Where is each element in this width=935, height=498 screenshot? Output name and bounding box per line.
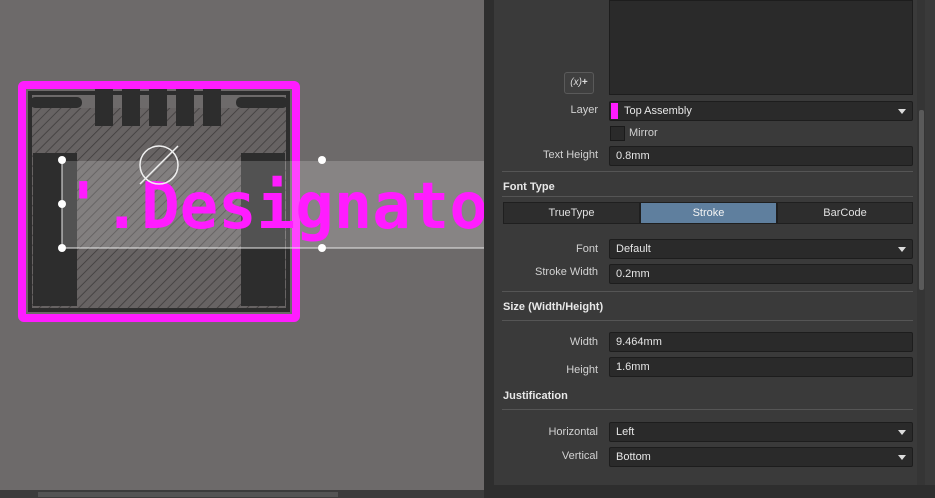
layer-value: Top Assembly [624,105,692,117]
horizontal-value: Left [616,426,635,438]
scrollbar-thumb[interactable] [38,492,338,497]
pad [236,97,288,108]
font-type-title: Font Type [503,181,555,193]
chevron-down-icon [898,430,906,435]
font-type-barcode[interactable]: BarCode [777,202,913,224]
properties-panel: (x)+ Layer Top Assembly Mirror Text Heig… [494,0,935,498]
resize-handle [58,244,66,252]
pad [30,97,82,108]
vertical-label: Vertical [561,450,598,462]
mirror-label: Mirror [629,127,658,139]
panel-bottom-bar [494,485,935,498]
mirror-checkbox[interactable] [610,126,625,141]
chevron-down-icon [898,109,906,114]
text-height-label: Text Height [542,149,598,161]
vertical-dropdown[interactable]: Bottom [609,447,913,467]
component-footprint[interactable]: '.Designato [0,0,484,498]
add-icon: + [581,77,588,88]
resize-handle [58,200,66,208]
text-height-input[interactable]: 0.8mm [609,146,913,166]
resize-handle [318,156,326,164]
font-value: Default [616,243,651,255]
justification-title: Justification [503,390,568,402]
vertical-scrollbar[interactable] [917,0,925,485]
panel-divider[interactable] [484,0,494,498]
layer-label: Layer [570,104,598,116]
horizontal-label: Horizontal [548,426,598,438]
layer-color-swatch [611,103,618,119]
horizontal-scrollbar[interactable] [0,490,484,498]
resize-handle [318,244,326,252]
height-label: Height [566,364,598,376]
width-input[interactable]: 9.464mm [609,332,913,352]
font-label: Font [575,243,598,255]
resize-handle [58,156,66,164]
chevron-down-icon [898,455,906,460]
font-dropdown[interactable]: Default [609,239,913,259]
text-content-area[interactable] [609,0,913,95]
height-input[interactable]: 1.6mm [609,357,913,377]
font-type-truetype[interactable]: TrueType [503,202,640,224]
scrollbar-thumb[interactable] [919,110,924,290]
pcb-canvas[interactable]: '.Designato [0,0,484,498]
horizontal-dropdown[interactable]: Left [609,422,913,442]
width-label: Width [569,336,598,348]
fx-button-label: (x) [570,77,582,88]
chevron-down-icon [898,247,906,252]
layer-dropdown[interactable]: Top Assembly [609,101,913,121]
stroke-width-label: Stroke Width [535,266,598,278]
vertical-value: Bottom [616,451,651,463]
stroke-width-input[interactable]: 0.2mm [609,264,913,284]
font-type-stroke[interactable]: Stroke [640,202,777,224]
fx-button[interactable]: (x)+ [564,72,594,94]
designator-text: '.Designato [64,170,484,244]
size-title: Size (Width/Height) [503,301,604,313]
